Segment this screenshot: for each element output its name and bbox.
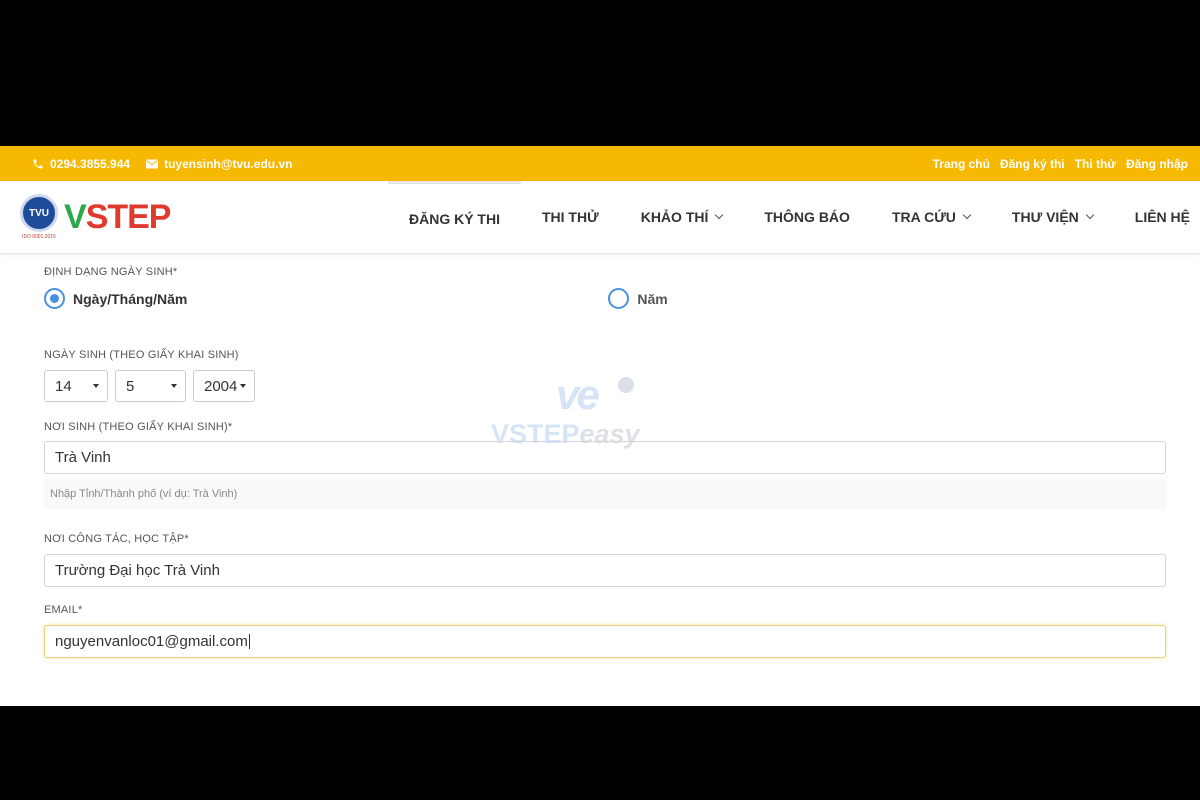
text-cursor	[248, 634, 250, 649]
caret-down-icon	[171, 384, 177, 388]
dob-format-radio-group: Ngày/Tháng/Năm Năm	[44, 288, 1166, 309]
top-links: Trang chủ Đăng ký thi Thi thử Đăng nhập	[933, 157, 1188, 171]
dob-format-option-full[interactable]: Ngày/Tháng/Năm	[44, 288, 187, 309]
vstep-logo-text: VSTEP	[64, 198, 171, 237]
nav-label: ĐĂNG KÝ THI	[408, 210, 500, 227]
site-logo[interactable]: TVU ISO 9001:2015 VSTEP	[20, 194, 171, 240]
contact-info: 0294.3855.944 tuyensinh@tvu.edu.vn	[32, 157, 292, 171]
tvu-seal-icon: TVU	[20, 194, 58, 232]
registration-form: ĐỊNH DẠNG NGÀY SINH* Ngày/Tháng/Năm Năm …	[0, 254, 1200, 658]
workplace-label: NƠI CÔNG TÁC, HỌC TẬP*	[44, 533, 189, 545]
dob-month-select[interactable]: 5	[115, 370, 186, 402]
select-value: 2004	[204, 377, 238, 395]
top-link-register[interactable]: Đăng ký thi	[1000, 157, 1065, 171]
radio-unchecked-icon[interactable]	[608, 288, 630, 309]
logo-v: V	[64, 197, 87, 236]
top-link-login[interactable]: Đăng nhập	[1126, 157, 1188, 171]
nav-label: KHẢO THÍ	[640, 209, 709, 225]
top-bar: 0294.3855.944 tuyensinh@tvu.edu.vn Trang…	[0, 146, 1200, 181]
caret-down-icon	[240, 384, 246, 388]
main-nav: ĐĂNG KÝ THI THI THỬ KHẢO THÍ THÔNG BÁO T…	[387, 180, 1190, 254]
workplace-input[interactable]: Trường Đại học Trà Vinh	[44, 554, 1166, 587]
dob-selects: 14 5 2004	[44, 370, 1166, 402]
radio-checked-icon[interactable]	[44, 288, 65, 309]
chevron-down-icon	[962, 210, 972, 220]
top-link-practice[interactable]: Thi thử	[1075, 157, 1116, 171]
site-header: TVU ISO 9001:2015 VSTEP ĐĂNG KÝ THI THI …	[0, 180, 1200, 254]
nav-practice-test[interactable]: THI THỬ	[521, 181, 620, 254]
nav-lookup[interactable]: TRA CỨU	[871, 181, 991, 254]
input-value: Trà Vinh	[55, 449, 111, 466]
caret-down-icon	[93, 384, 99, 388]
dob-year-select[interactable]: 2004	[193, 370, 255, 402]
seal-text: TVU	[29, 207, 49, 219]
email-input[interactable]: nguyenvanloc01@gmail.com	[44, 625, 1166, 658]
select-value: 5	[126, 377, 135, 395]
phone-number: 0294.3855.944	[50, 156, 131, 171]
email-address: tuyensinh@tvu.edu.vn	[164, 156, 293, 171]
dob-label: NGÀY SINH (THEO GIẤY KHAI SINH)	[44, 349, 239, 361]
nav-label: THƯ VIỆN	[1011, 209, 1079, 225]
tvu-seal: TVU ISO 9001:2015	[20, 194, 58, 240]
nav-label: TRA CỨU	[891, 209, 956, 225]
dob-format-label: ĐỊNH DẠNG NGÀY SINH*	[44, 266, 178, 278]
mail-icon	[146, 159, 159, 168]
birthplace-input[interactable]: Trà Vinh	[44, 441, 1166, 474]
nav-announcements[interactable]: THÔNG BÁO	[743, 181, 871, 254]
chevron-down-icon	[715, 210, 724, 220]
phone-contact[interactable]: 0294.3855.944	[32, 157, 130, 171]
input-value: Trường Đại học Trà Vinh	[55, 562, 220, 579]
nav-label: THÔNG BÁO	[764, 209, 850, 225]
nav-label: THI THỬ	[541, 209, 599, 225]
chevron-down-icon	[1085, 210, 1095, 220]
browser-page: 0294.3855.944 tuyensinh@tvu.edu.vn Trang…	[0, 146, 1200, 706]
select-value: 14	[55, 377, 72, 395]
birthplace-hint: Nhập Tỉnh/Thành phố (ví dụ: Trà Vinh)	[44, 479, 1166, 509]
email-label: EMAIL*	[44, 604, 83, 616]
option-label: Ngày/Tháng/Năm	[73, 290, 188, 307]
email-contact[interactable]: tuyensinh@tvu.edu.vn	[146, 157, 292, 171]
dob-day-select[interactable]: 14	[44, 370, 108, 402]
nav-contact[interactable]: LIÊN HỆ	[1114, 181, 1190, 254]
option-label: Năm	[637, 290, 668, 307]
nav-library[interactable]: THƯ VIỆN	[991, 181, 1114, 254]
nav-testing[interactable]: KHẢO THÍ	[620, 181, 744, 254]
nav-label: LIÊN HỆ	[1134, 209, 1190, 225]
top-link-home[interactable]: Trang chủ	[933, 157, 990, 171]
dob-format-option-year[interactable]: Năm	[608, 288, 668, 309]
nav-register-exam[interactable]: ĐĂNG KÝ THI	[387, 180, 521, 254]
birthplace-label: NƠI SINH (THEO GIẤY KHAI SINH)*	[44, 421, 233, 433]
input-value: nguyenvanloc01@gmail.com	[55, 633, 248, 650]
phone-icon	[33, 159, 43, 168]
iso-label: ISO 9001:2015	[22, 234, 56, 240]
logo-rest: STEP	[85, 197, 172, 236]
